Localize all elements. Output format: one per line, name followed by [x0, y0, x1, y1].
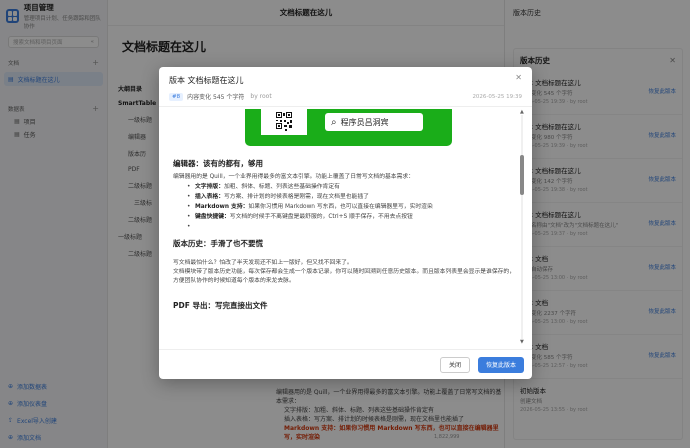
- section-heading: PDF 导出：写完直接出文件: [173, 301, 268, 310]
- dialog-header: 版本 文档标题在这儿 ✕ #8 内容变化 545 个字符 by root 202…: [159, 67, 532, 107]
- section-list-item: 文字排版：加粗、斜体、标题、列表这些基础操作肯定有: [173, 182, 518, 192]
- close-button[interactable]: 关闭: [440, 356, 470, 373]
- version-preview-dialog: 版本 文档标题在这儿 ✕ #8 内容变化 545 个字符 by root 202…: [159, 67, 532, 379]
- dialog-content: ⌕ 程序员吕洞宾 编辑器：该有的都有，够用 编辑器用的是 Quill，一个业界用…: [159, 109, 532, 347]
- qr-code-icon: [261, 109, 307, 135]
- item-bold: Markdown 支持：: [195, 204, 249, 210]
- wechat-banner-image: ⌕ 程序员吕洞宾: [245, 109, 452, 146]
- section-paragraph: 文档模块带了版本历史功能，每次保存都会生成一个版本记录，你可以随时回溯到任意历史…: [173, 269, 516, 284]
- dialog-title: 版本 文档标题在这儿: [169, 76, 244, 85]
- search-icon: ⌕: [331, 116, 337, 128]
- section-heading: 编辑器：该有的都有，够用: [173, 159, 263, 168]
- section-list-item: 键盘快捷键：写文档的时候手不离键盘是最舒服的，Ctrl+S 顺手保存，不用去点按…: [173, 212, 518, 222]
- item-text: 写文档的时候手不离键盘是最舒服的，Ctrl+S 顺手保存，不用去点按钮: [229, 214, 413, 220]
- item-text: 加粗、斜体、标题、列表这些基础操作肯定有: [224, 184, 340, 190]
- section-heading: 版本历史：手滑了也不要慌: [173, 239, 263, 248]
- version-change: 内容变化 545 个字符: [187, 94, 245, 101]
- scroll-thumb[interactable]: [520, 155, 524, 195]
- dialog-footer: 关闭 恢复此版本: [159, 349, 532, 379]
- version-author: by root: [250, 93, 272, 100]
- scroll-track: [521, 115, 523, 339]
- item-bold: 文字排版：: [195, 184, 224, 190]
- search-text: 程序员吕洞宾: [340, 117, 389, 127]
- close-icon[interactable]: ✕: [515, 73, 522, 82]
- section-list-item: Markdown 支持：如果你习惯用 Markdown 写东西，也可以直接在编辑…: [173, 202, 518, 212]
- section-paragraph: 写文档最怕什么？怕改了半天发现还不如上一版好，但又找不回来了。: [173, 260, 353, 266]
- scroll-down-icon[interactable]: ▼: [520, 339, 524, 345]
- app-window: 项目管理 管理项目计划、任务跟踪和团队协作 搜索文档和项目页面 « 文档 + ▤…: [0, 0, 690, 448]
- version-date: 2026-05-25 19:39: [472, 93, 522, 100]
- section-list-item: 插入表格：写方案、排计划的时候表格是刚需，现在文档里也能插了: [173, 192, 518, 202]
- item-bold: 插入表格：: [195, 194, 224, 200]
- search-box-image: ⌕ 程序员吕洞宾: [325, 113, 423, 131]
- version-tag: #8: [169, 92, 184, 101]
- item-text: 如果你习惯用 Markdown 写东西，也可以直接在编辑器里写，实时渲染: [248, 204, 433, 210]
- section-paragraph: 编辑器用的是 Quill，一个业界用得最多的富文本引擎。功能上覆盖了日常写文档的…: [173, 174, 414, 180]
- restore-version-button[interactable]: 恢复此版本: [478, 356, 524, 373]
- item-bold: 键盘快捷键：: [195, 214, 230, 220]
- item-text: 写方案、排计划的时候表格是刚需，现在文档里也能插了: [224, 194, 369, 200]
- dialog-scrollbar[interactable]: ▲ ▼: [520, 109, 524, 345]
- scroll-up-icon[interactable]: ▲: [520, 109, 524, 115]
- version-meta: #8 内容变化 545 个字符 by root 2026-05-25 19:39: [169, 92, 522, 101]
